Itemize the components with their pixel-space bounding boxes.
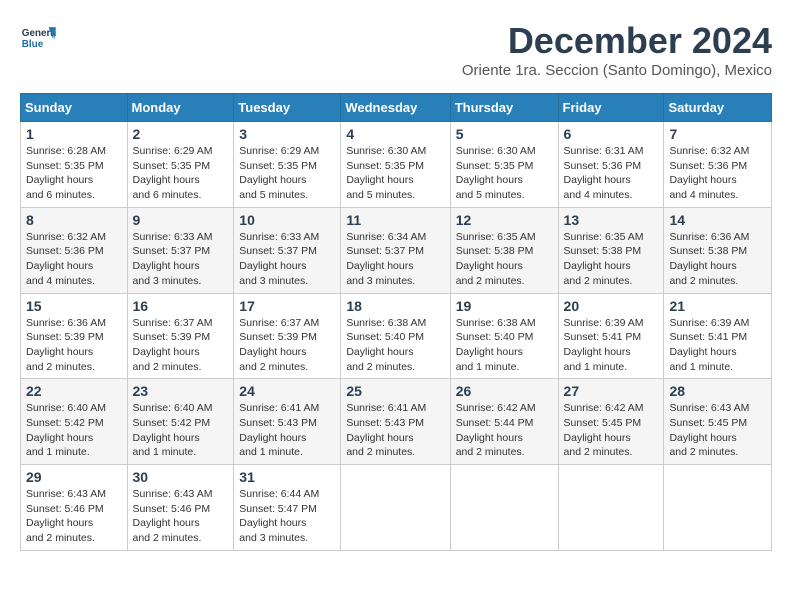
table-row: 19 Sunrise: 6:38 AMSunset: 5:40 PMDaylig…	[450, 293, 558, 379]
table-row: 14 Sunrise: 6:36 AMSunset: 5:38 PMDaylig…	[664, 207, 772, 293]
empty-cell	[341, 465, 450, 551]
table-row: 28 Sunrise: 6:43 AMSunset: 5:45 PMDaylig…	[664, 379, 772, 465]
col-tuesday: Tuesday	[234, 94, 341, 122]
col-thursday: Thursday	[450, 94, 558, 122]
table-row: 5 Sunrise: 6:30 AMSunset: 5:35 PMDayligh…	[450, 122, 558, 208]
calendar: Sunday Monday Tuesday Wednesday Thursday…	[20, 93, 772, 551]
table-row: 18 Sunrise: 6:38 AMSunset: 5:40 PMDaylig…	[341, 293, 450, 379]
logo: General Blue	[20, 20, 60, 56]
table-row: 29 Sunrise: 6:43 AMSunset: 5:46 PMDaylig…	[21, 465, 128, 551]
table-row: 6 Sunrise: 6:31 AMSunset: 5:36 PMDayligh…	[558, 122, 664, 208]
col-wednesday: Wednesday	[341, 94, 450, 122]
table-row: 23 Sunrise: 6:40 AMSunset: 5:42 PMDaylig…	[127, 379, 234, 465]
table-row: 10 Sunrise: 6:33 AMSunset: 5:37 PMDaylig…	[234, 207, 341, 293]
col-saturday: Saturday	[664, 94, 772, 122]
table-row: 11 Sunrise: 6:34 AMSunset: 5:37 PMDaylig…	[341, 207, 450, 293]
table-row: 16 Sunrise: 6:37 AMSunset: 5:39 PMDaylig…	[127, 293, 234, 379]
empty-cell	[664, 465, 772, 551]
table-row: 27 Sunrise: 6:42 AMSunset: 5:45 PMDaylig…	[558, 379, 664, 465]
table-row: 20 Sunrise: 6:39 AMSunset: 5:41 PMDaylig…	[558, 293, 664, 379]
col-monday: Monday	[127, 94, 234, 122]
subtitle: Oriente 1ra. Seccion (Santo Domingo), Me…	[462, 62, 772, 79]
table-row: 12 Sunrise: 6:35 AMSunset: 5:38 PMDaylig…	[450, 207, 558, 293]
table-row: 24 Sunrise: 6:41 AMSunset: 5:43 PMDaylig…	[234, 379, 341, 465]
table-row: 31 Sunrise: 6:44 AMSunset: 5:47 PMDaylig…	[234, 465, 341, 551]
table-row: 2 Sunrise: 6:29 AMSunset: 5:35 PMDayligh…	[127, 122, 234, 208]
table-row: 26 Sunrise: 6:42 AMSunset: 5:44 PMDaylig…	[450, 379, 558, 465]
table-row: 22 Sunrise: 6:40 AMSunset: 5:42 PMDaylig…	[21, 379, 128, 465]
table-row: 13 Sunrise: 6:35 AMSunset: 5:38 PMDaylig…	[558, 207, 664, 293]
table-row: 15 Sunrise: 6:36 AMSunset: 5:39 PMDaylig…	[21, 293, 128, 379]
table-row: 25 Sunrise: 6:41 AMSunset: 5:43 PMDaylig…	[341, 379, 450, 465]
empty-cell	[450, 465, 558, 551]
table-row: 17 Sunrise: 6:37 AMSunset: 5:39 PMDaylig…	[234, 293, 341, 379]
col-friday: Friday	[558, 94, 664, 122]
table-row: 9 Sunrise: 6:33 AMSunset: 5:37 PMDayligh…	[127, 207, 234, 293]
table-row: 3 Sunrise: 6:29 AMSunset: 5:35 PMDayligh…	[234, 122, 341, 208]
table-row: 7 Sunrise: 6:32 AMSunset: 5:36 PMDayligh…	[664, 122, 772, 208]
month-title: December 2024	[462, 20, 772, 62]
svg-text:Blue: Blue	[22, 39, 44, 50]
table-row: 21 Sunrise: 6:39 AMSunset: 5:41 PMDaylig…	[664, 293, 772, 379]
table-row: 4 Sunrise: 6:30 AMSunset: 5:35 PMDayligh…	[341, 122, 450, 208]
table-row: 30 Sunrise: 6:43 AMSunset: 5:46 PMDaylig…	[127, 465, 234, 551]
empty-cell	[558, 465, 664, 551]
col-sunday: Sunday	[21, 94, 128, 122]
table-row: 8 Sunrise: 6:32 AMSunset: 5:36 PMDayligh…	[21, 207, 128, 293]
table-row: 1 Sunrise: 6:28 AMSunset: 5:35 PMDayligh…	[21, 122, 128, 208]
